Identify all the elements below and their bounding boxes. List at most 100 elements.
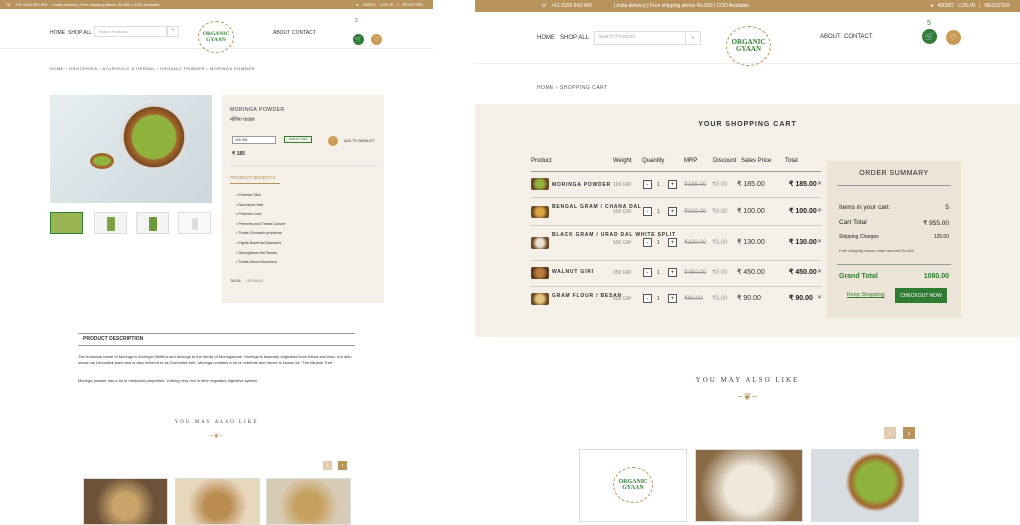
qty-plus-button[interactable]: + [668, 180, 677, 189]
add-to-wishlist-link[interactable]: ADD TO WISHLIST [344, 139, 375, 143]
product-thumbnail[interactable] [531, 293, 549, 305]
search-icon[interactable]: ⌕ [167, 26, 179, 37]
cart-total-label: Cart Total [839, 219, 867, 226]
thumbnail-3[interactable] [136, 212, 169, 234]
login-link[interactable]: LOG IN [958, 3, 975, 9]
size-select[interactable]: 100 GM [232, 136, 276, 144]
cart-count: 5 [927, 20, 931, 27]
benefit-item: • Fights Bacterial Diseases [236, 240, 282, 245]
thumbnail-1[interactable] [50, 212, 83, 234]
table-row: BLACK GRAM / URAD DAL WHITE SPLIT 500 GM… [531, 226, 822, 261]
pincode[interactable]: 400007 [363, 2, 376, 7]
search-icon[interactable]: ⌕ [685, 31, 701, 45]
benefits-title: PRODUCT BENEFITS [230, 175, 276, 180]
qty-minus-button[interactable]: - [643, 207, 652, 216]
related-product-card[interactable]: ORGANIC GYAAN [579, 449, 687, 522]
row-total: ₹ 130.00 [789, 239, 817, 246]
remove-icon[interactable]: ✕ [817, 268, 822, 275]
table-row: WALNUT GIRI 250 GM - 1 + ₹450.00 ₹0.00 ₹… [531, 261, 822, 287]
row-total: ₹ 450.00 [789, 269, 817, 276]
cart-icon[interactable]: 🛒 [353, 34, 364, 45]
weight: 500 GM [613, 296, 631, 302]
qty-minus-button[interactable]: - [643, 180, 652, 189]
shipping-label: Shipping Charges [839, 234, 879, 240]
pincode[interactable]: 400007 [937, 3, 954, 9]
register-link[interactable]: REGISTER [403, 2, 423, 7]
nav-home[interactable]: HOME [50, 30, 65, 36]
nav-shop-all[interactable]: SHOP ALL [560, 35, 589, 41]
qty-value[interactable]: 1 [657, 209, 660, 215]
qty-value[interactable]: 1 [657, 270, 660, 276]
keep-shopping-link[interactable]: Keep Shopping [847, 292, 885, 298]
prev-arrow-icon[interactable]: ‹ [884, 427, 896, 439]
nav-contact[interactable]: CONTACT [844, 34, 873, 40]
product-name[interactable]: GRAM FLOUR / BESAN [552, 293, 622, 300]
related-product-card[interactable] [83, 478, 168, 525]
header-weight: Weight [613, 158, 632, 164]
cart-icon[interactable]: 🛒 [922, 29, 937, 44]
nav-shop-all[interactable]: SHOP ALL [68, 30, 92, 36]
thumbnail-4[interactable] [178, 212, 211, 234]
qty-plus-button[interactable]: + [668, 207, 677, 216]
product-thumbnail[interactable] [531, 267, 549, 279]
remove-icon[interactable]: ✕ [817, 294, 822, 301]
qty-plus-button[interactable]: + [668, 238, 677, 247]
nav-about[interactable]: ABOUT [273, 30, 290, 36]
nav-contact[interactable]: CONTACT [292, 30, 316, 36]
product-name[interactable]: WALNUT GIRI [552, 269, 594, 276]
grand-total-label: Grand Total [839, 273, 878, 280]
remove-icon[interactable]: ✕ [817, 238, 822, 245]
related-product-card[interactable] [266, 478, 351, 525]
cart-page: ☏ +91 9150 943 943 | India delivery | Fr… [475, 0, 1020, 525]
nav-home[interactable]: HOME [537, 35, 555, 41]
flourish-ornament: ~❦~ [209, 433, 224, 440]
tag-organic[interactable]: ORGANIC [246, 279, 264, 283]
wishlist-icon[interactable]: ♡ [946, 30, 961, 45]
next-arrow-icon[interactable]: › [903, 427, 915, 439]
logo-text-2: GYAAN [206, 36, 226, 43]
qty-minus-button[interactable]: - [643, 268, 652, 277]
register-link[interactable]: REGISTER [984, 3, 1010, 9]
next-arrow-icon[interactable]: › [338, 461, 347, 470]
benefit-item: • Strengthens the Bones [236, 250, 278, 255]
product-name[interactable]: BLACK GRAM / URAD DAL WHITE SPLIT [552, 232, 676, 239]
nav-about[interactable]: ABOUT [820, 34, 841, 40]
product-info-panel: MORINGA POWDER मोरिंगा पाउडर 100 GM Add … [222, 95, 384, 303]
search-input[interactable]: Search Products [594, 31, 686, 45]
login-link[interactable]: LOG IN [380, 2, 394, 7]
product-image[interactable] [50, 95, 212, 203]
logo[interactable]: ORGANIC GYAAN [726, 26, 771, 66]
qty-value[interactable]: 1 [657, 182, 660, 188]
mrp: ₹185.00 [684, 182, 707, 188]
main-nav: HOME SHOP ALL Search Products ⌕ ORGANIC … [0, 9, 433, 53]
related-product-card[interactable] [175, 478, 260, 525]
qty-value[interactable]: 1 [657, 296, 660, 302]
logo[interactable]: ORGANIC GYAAN [198, 21, 234, 53]
header-total: Total [785, 158, 798, 164]
product-thumbnail[interactable] [531, 206, 549, 218]
related-product-card[interactable] [695, 449, 803, 522]
qty-value[interactable]: 1 [657, 240, 660, 246]
qty-plus-button[interactable]: + [668, 268, 677, 277]
wishlist-heart-icon[interactable]: ♡ [328, 136, 338, 146]
product-thumbnail[interactable] [531, 237, 549, 249]
also-like-title: YOU MAY ALSO LIKE [695, 376, 800, 384]
weight: 500 GM [613, 240, 631, 246]
thumbnail-2[interactable] [94, 212, 127, 234]
qty-plus-button[interactable]: + [668, 294, 677, 303]
add-to-cart-button[interactable]: Add to Cart [284, 136, 312, 143]
remove-icon[interactable]: ✕ [817, 207, 822, 214]
moringa-bowl-image [120, 103, 188, 171]
checkout-button[interactable]: CHECKOUT NOW [895, 288, 947, 303]
related-product-card[interactable] [811, 449, 919, 522]
prev-arrow-icon[interactable]: ‹ [323, 461, 332, 470]
product-thumbnail[interactable] [531, 178, 549, 190]
qty-minus-button[interactable]: - [643, 238, 652, 247]
grand-total-value: 1080.00 [923, 273, 949, 280]
product-name[interactable]: MORINGA POWDER [552, 182, 611, 189]
qty-minus-button[interactable]: - [643, 294, 652, 303]
remove-icon[interactable]: ✕ [817, 180, 822, 187]
search-input[interactable]: Search Products [94, 26, 167, 37]
breadcrumb: HOME › GROCERIES › AYURVEDIC & HERBAL › … [50, 66, 255, 71]
wishlist-icon[interactable]: ♡ [371, 34, 382, 45]
